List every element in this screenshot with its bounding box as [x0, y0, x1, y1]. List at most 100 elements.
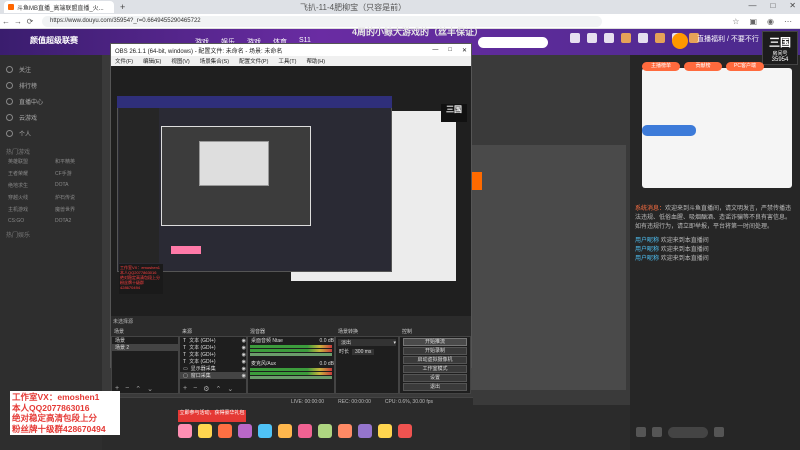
category-link[interactable]: 英雄联盟 — [8, 158, 55, 165]
category-link[interactable]: 主机游戏 — [8, 206, 55, 213]
category-link[interactable]: 绝地求生 — [8, 182, 55, 189]
start-recording-button[interactable]: 开始录制 — [403, 347, 467, 355]
tab-anchor-rank[interactable]: 主播榜单 — [642, 62, 680, 71]
chat-username[interactable]: 用户昵称 — [635, 238, 659, 244]
volume-slider[interactable] — [250, 353, 332, 356]
chat-username[interactable]: 用户昵称 — [635, 247, 659, 253]
gift-icon[interactable] — [218, 424, 232, 438]
virtual-camera-button[interactable]: 启动虚拟摄像机 — [403, 356, 467, 364]
settings-button[interactable]: 设置 — [403, 374, 467, 382]
gift-icon[interactable] — [278, 424, 292, 438]
volume-slider[interactable] — [250, 376, 332, 379]
profile-icon[interactable]: ◉ — [767, 17, 774, 26]
scene-item[interactable]: 场景 — [112, 337, 178, 344]
eye-icon[interactable]: ◉ — [242, 359, 246, 365]
chat-username[interactable]: 用户昵称 — [635, 256, 659, 262]
menu-tools[interactable]: 工具(T) — [278, 57, 296, 65]
history-icon[interactable] — [570, 33, 580, 43]
eye-icon[interactable]: ◉ — [242, 366, 246, 372]
download-icon[interactable] — [638, 33, 648, 43]
pc-client-button[interactable]: PC客户端 — [726, 62, 764, 71]
tab-contrib-rank[interactable]: 贡献榜 — [684, 62, 722, 71]
menu-edit[interactable]: 编辑(E) — [143, 57, 161, 65]
header-promo[interactable]: 直播福利 / 不要不行 — [697, 34, 759, 44]
gift-icon[interactable] — [378, 424, 392, 438]
gift-icon[interactable] — [338, 424, 352, 438]
gift-icon[interactable] — [238, 424, 252, 438]
menu-help[interactable]: 帮助(H) — [306, 57, 325, 65]
category-link[interactable]: 魔兽世界 — [55, 206, 102, 213]
sidebar-item-cloud[interactable]: 云游戏 — [6, 109, 102, 125]
gift-icon[interactable] — [318, 424, 332, 438]
category-link[interactable]: 王者荣耀 — [8, 170, 55, 177]
reload-button[interactable]: ⟳ — [24, 17, 36, 26]
scene-item[interactable]: 场景 2 — [112, 344, 178, 351]
menu-view[interactable]: 视图(V) — [171, 57, 189, 65]
minimize-button[interactable]: — — [748, 1, 756, 10]
down-icon[interactable]: ⌄ — [147, 385, 153, 393]
source-item[interactable]: ▭ 显示器采集 ◉ — [180, 365, 246, 373]
eye-icon[interactable]: ◉ — [242, 338, 246, 344]
sidebar-item-rank[interactable]: 排行榜 — [6, 77, 102, 93]
category-link[interactable]: 炉石传说 — [55, 194, 102, 201]
category-link[interactable]: 穿越火线 — [8, 194, 55, 201]
menu-file[interactable]: 文件(F) — [115, 57, 133, 65]
remove-icon[interactable]: − — [125, 385, 129, 392]
obs-minimize-button[interactable]: — — [432, 47, 438, 54]
close-button[interactable]: ✕ — [789, 1, 796, 10]
category-link[interactable]: CF手游 — [55, 170, 102, 177]
eye-icon[interactable]: ◉ — [242, 345, 246, 351]
follow-icon[interactable] — [587, 33, 597, 43]
remove-icon[interactable]: − — [193, 385, 197, 392]
source-item[interactable]: T 文本 (GDI+) ◉ — [180, 337, 246, 345]
duration-input[interactable]: 300 ms — [352, 348, 375, 355]
sidebar-item-follow[interactable]: 关注 — [6, 61, 102, 77]
maximize-button[interactable]: □ — [770, 1, 775, 10]
up-icon[interactable]: ⌃ — [215, 385, 221, 393]
exit-button[interactable]: 退出 — [403, 383, 467, 391]
obs-maximize-button[interactable]: □ — [448, 47, 452, 54]
new-tab-button[interactable]: + — [120, 2, 125, 12]
add-icon[interactable]: + — [183, 385, 187, 392]
gift-promo[interactable]: 立即参与活动，获得豪华礼包 — [178, 410, 246, 422]
category-link[interactable]: 和平精英 — [55, 158, 102, 165]
eye-icon[interactable]: ◉ — [242, 352, 246, 358]
site-search-input[interactable] — [478, 37, 548, 48]
gift-icon[interactable] — [398, 424, 412, 438]
gear-icon[interactable]: ⚙ — [203, 385, 209, 393]
down-icon[interactable]: ⌄ — [227, 385, 233, 393]
more-icon[interactable]: ⋯ — [784, 17, 792, 26]
menu-profile[interactable]: 配置文件(P) — [239, 57, 268, 65]
gift-icon[interactable] — [358, 424, 372, 438]
transition-select[interactable]: 淡出 ▾ — [338, 339, 396, 346]
source-item[interactable]: T 文本 (GDI+) ◉ — [180, 358, 246, 366]
fans-icon[interactable] — [652, 427, 662, 437]
eye-icon[interactable]: ◉ — [242, 373, 246, 379]
star-icon[interactable]: ☆ — [732, 17, 739, 26]
category-link[interactable]: DOTA2 — [55, 218, 102, 224]
task-icon[interactable] — [621, 33, 631, 43]
gift-icon[interactable] — [298, 424, 312, 438]
back-button[interactable]: ← — [0, 17, 12, 26]
site-logo[interactable]: 颜值超级联赛 — [30, 35, 100, 49]
dock-tab-label[interactable]: 未选择源 — [113, 318, 133, 325]
chat-input[interactable] — [668, 426, 708, 438]
menu-scene-collection[interactable]: 场景集合(S) — [200, 57, 229, 65]
studio-mode-button[interactable]: 工作室模式 — [403, 365, 467, 373]
start-streaming-button[interactable]: 开始推流 — [403, 338, 467, 346]
up-icon[interactable]: ⌃ — [135, 385, 141, 393]
user-avatar[interactable] — [672, 33, 688, 49]
browser-tab[interactable]: 斗鱼MB直播_高端联盟直播_火... — [4, 1, 114, 13]
gift-icon[interactable] — [258, 424, 272, 438]
collections-icon[interactable]: ▣ — [749, 17, 757, 26]
send-icon[interactable] — [714, 427, 724, 437]
forward-button[interactable]: → — [12, 17, 24, 26]
obs-preview[interactable]: 工作室VX：emoshen1 本人QQ2077863016 绝对稳定高清包段上分… — [111, 66, 471, 316]
url-input[interactable]: https://www.douyu.com/35954?_r=0.6649455… — [42, 15, 602, 27]
blue-badge[interactable] — [642, 125, 696, 136]
obs-close-button[interactable]: ✕ — [462, 47, 467, 54]
sidebar-item-center[interactable]: 直播中心 — [6, 93, 102, 109]
sidebar-item-me[interactable]: 个人 — [6, 125, 102, 141]
gift-icon[interactable] — [198, 424, 212, 438]
source-item[interactable]: T 文本 (GDI+) ◉ — [180, 351, 246, 359]
